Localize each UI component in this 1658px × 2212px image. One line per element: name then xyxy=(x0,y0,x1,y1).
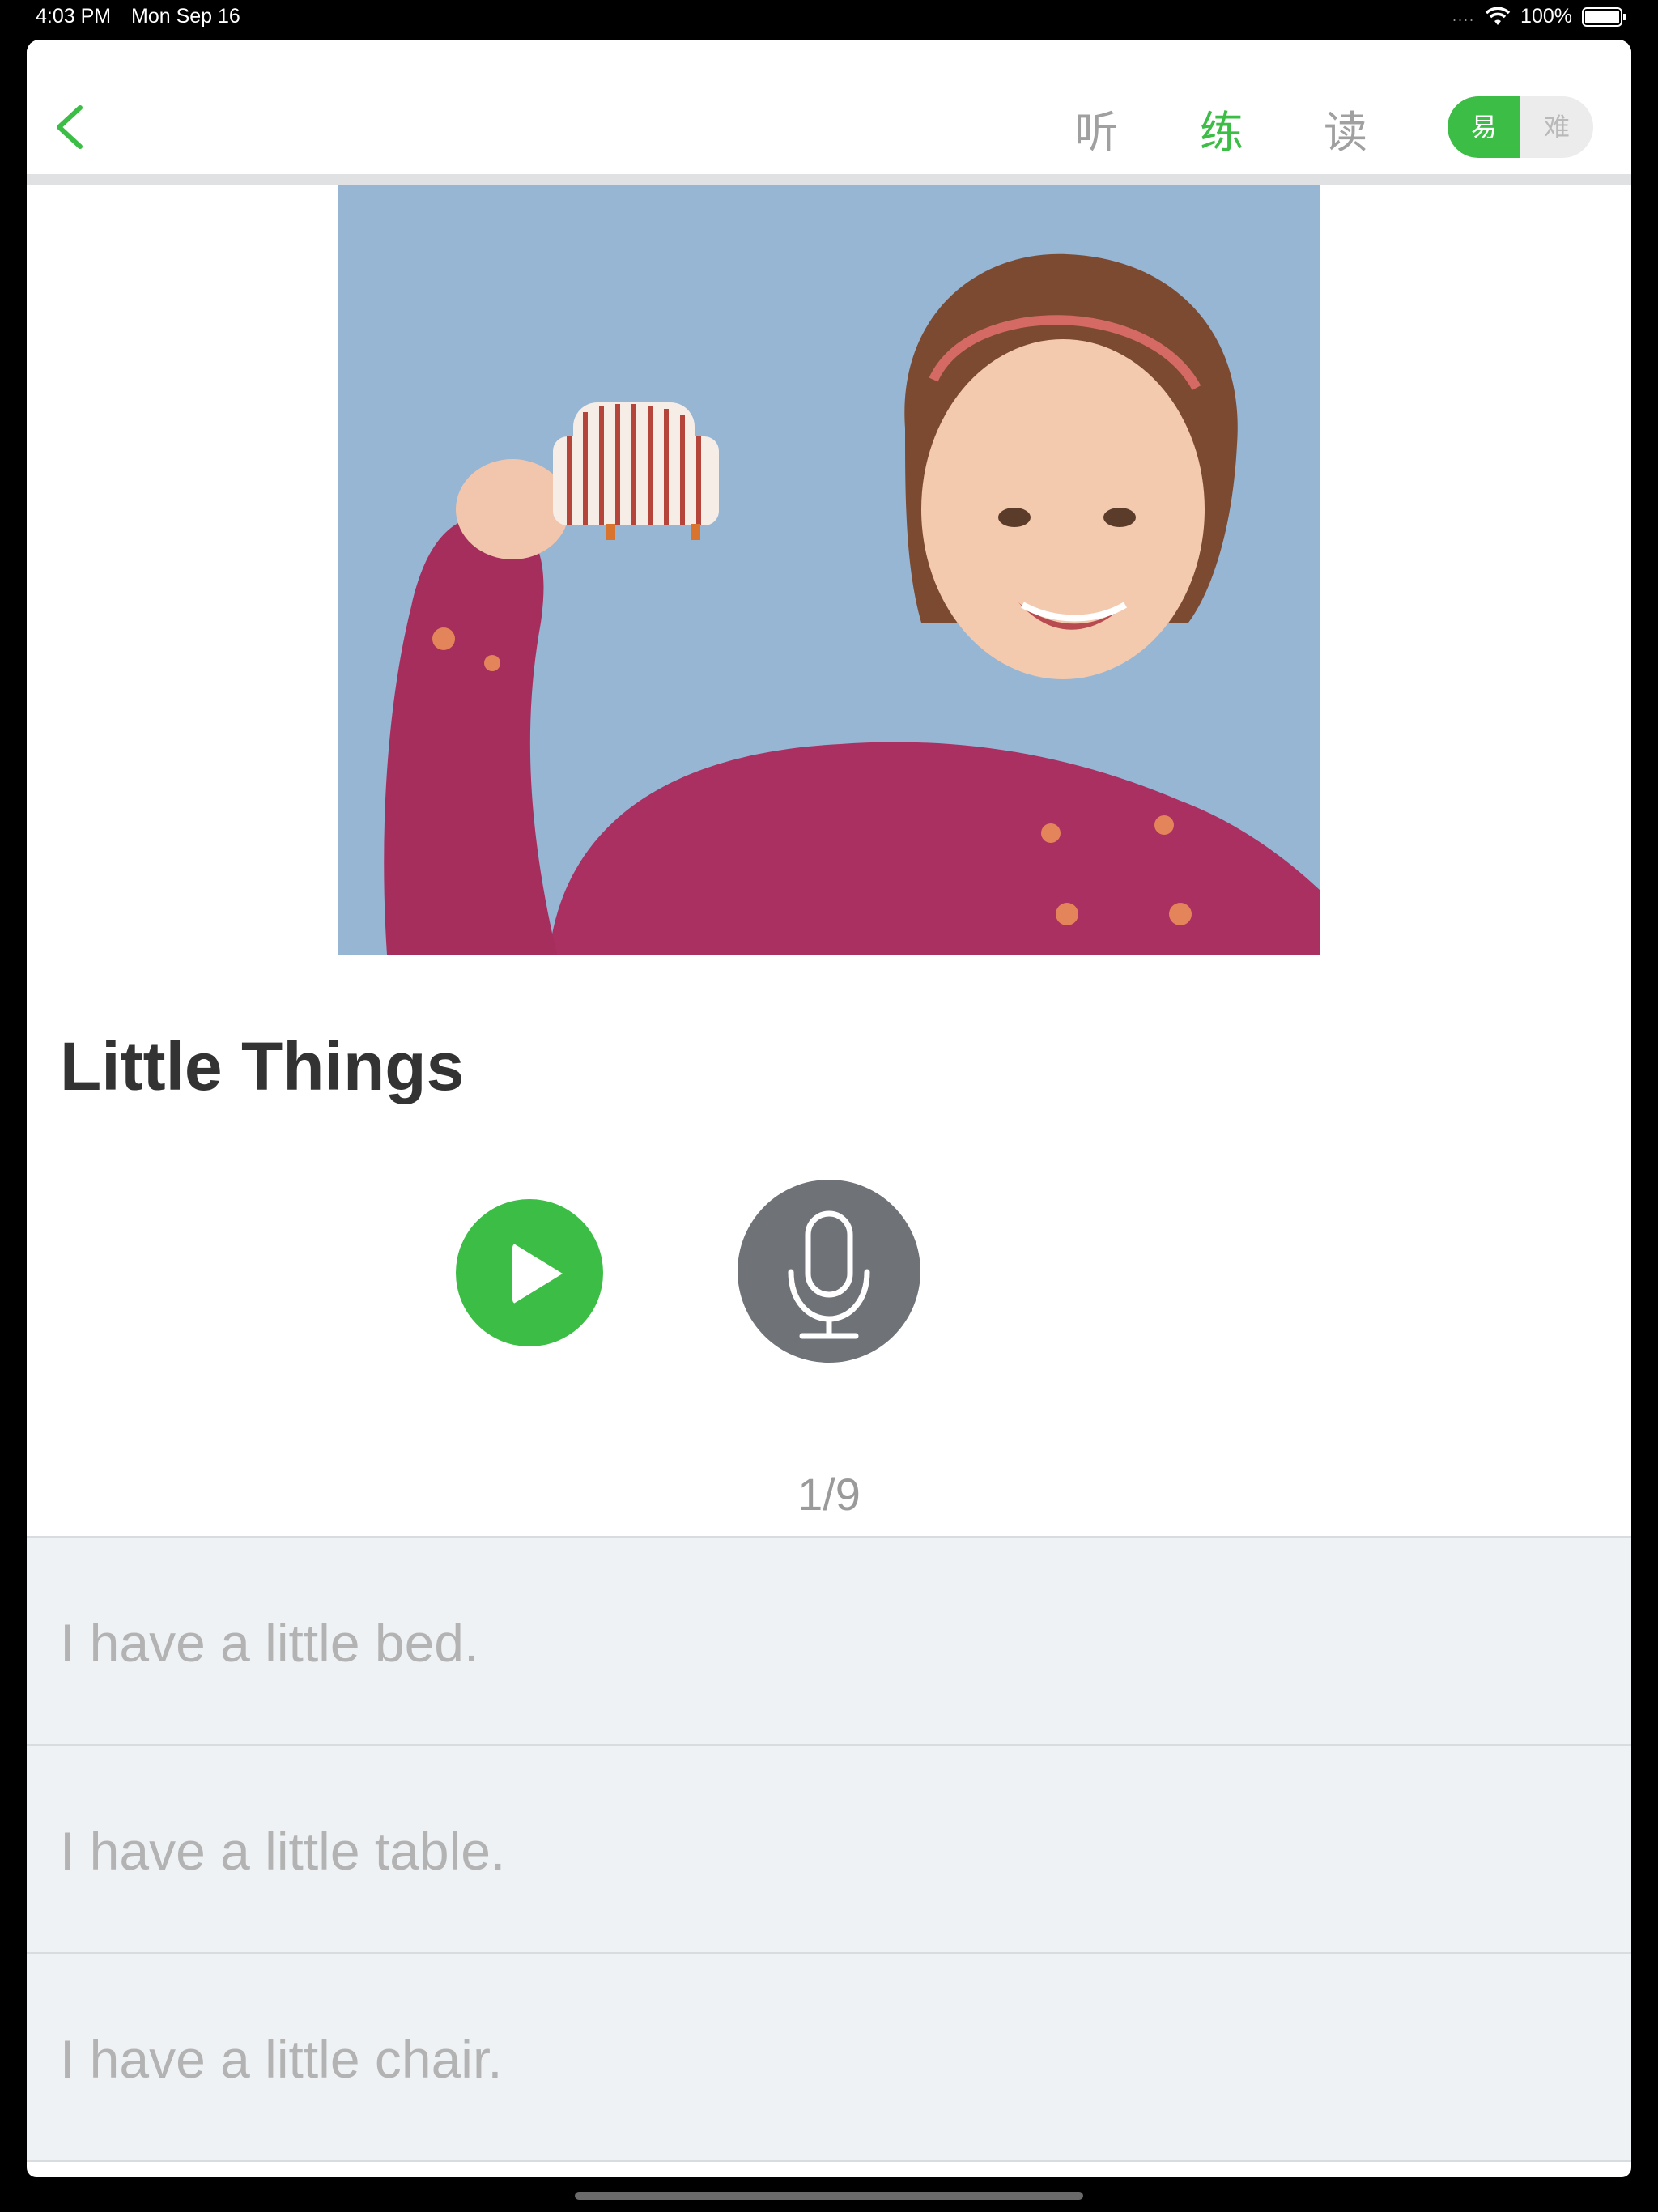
status-time: 4:03 PM xyxy=(36,5,112,28)
sentence-counter: 1/9 xyxy=(797,1469,861,1520)
sentence-row[interactable]: I have a little chair. xyxy=(27,1954,1631,2162)
tab-read[interactable]: 读 xyxy=(1324,96,1367,160)
battery-icon xyxy=(1582,6,1626,27)
difficulty-hard-option[interactable]: 难 xyxy=(1520,96,1593,158)
sentence-text: I have a little bed. xyxy=(60,1613,479,1673)
tab-practice[interactable]: 练 xyxy=(1200,96,1244,160)
battery-percent: 100% xyxy=(1520,5,1572,28)
status-bar: 4:03 PM Mon Sep 16 .... 100% xyxy=(0,0,1658,39)
sentence-row[interactable]: I have a little table. xyxy=(27,1746,1631,1954)
play-audio-button[interactable] xyxy=(456,1199,603,1346)
lesson-title: Little Things xyxy=(60,1028,465,1104)
chevron-left-icon xyxy=(57,105,83,149)
tab-listen[interactable]: 听 xyxy=(1074,96,1118,160)
sentence-text: I have a little chair. xyxy=(60,2029,503,2089)
girl-with-chair-illustration xyxy=(338,185,1320,955)
record-button[interactable] xyxy=(738,1180,920,1363)
home-indicator[interactable] xyxy=(575,2192,1083,2200)
difficulty-toggle[interactable]: 易 难 xyxy=(1448,96,1593,158)
status-right: .... 100% xyxy=(1452,5,1626,28)
play-icon xyxy=(512,1243,563,1304)
lesson-card: 听 练 读 易 难 Little Things 1/9 I have a lit… xyxy=(27,40,1631,2177)
wifi-icon xyxy=(1485,6,1511,25)
lesson-photo xyxy=(338,185,1320,955)
sentence-row[interactable]: I have a little bed. xyxy=(27,1538,1631,1746)
status-date: Mon Sep 16 xyxy=(131,5,240,28)
nav-divider xyxy=(27,174,1631,185)
sentence-text: I have a little table. xyxy=(60,1821,506,1881)
microphone-icon xyxy=(788,1210,870,1339)
sentence-list: I have a little bed. I have a little tab… xyxy=(27,1536,1631,2162)
back-button[interactable] xyxy=(51,101,91,166)
top-nav-bar: 听 练 读 易 难 xyxy=(27,40,1631,174)
difficulty-easy-option[interactable]: 易 xyxy=(1448,96,1520,158)
signal-dots: .... xyxy=(1452,8,1476,24)
